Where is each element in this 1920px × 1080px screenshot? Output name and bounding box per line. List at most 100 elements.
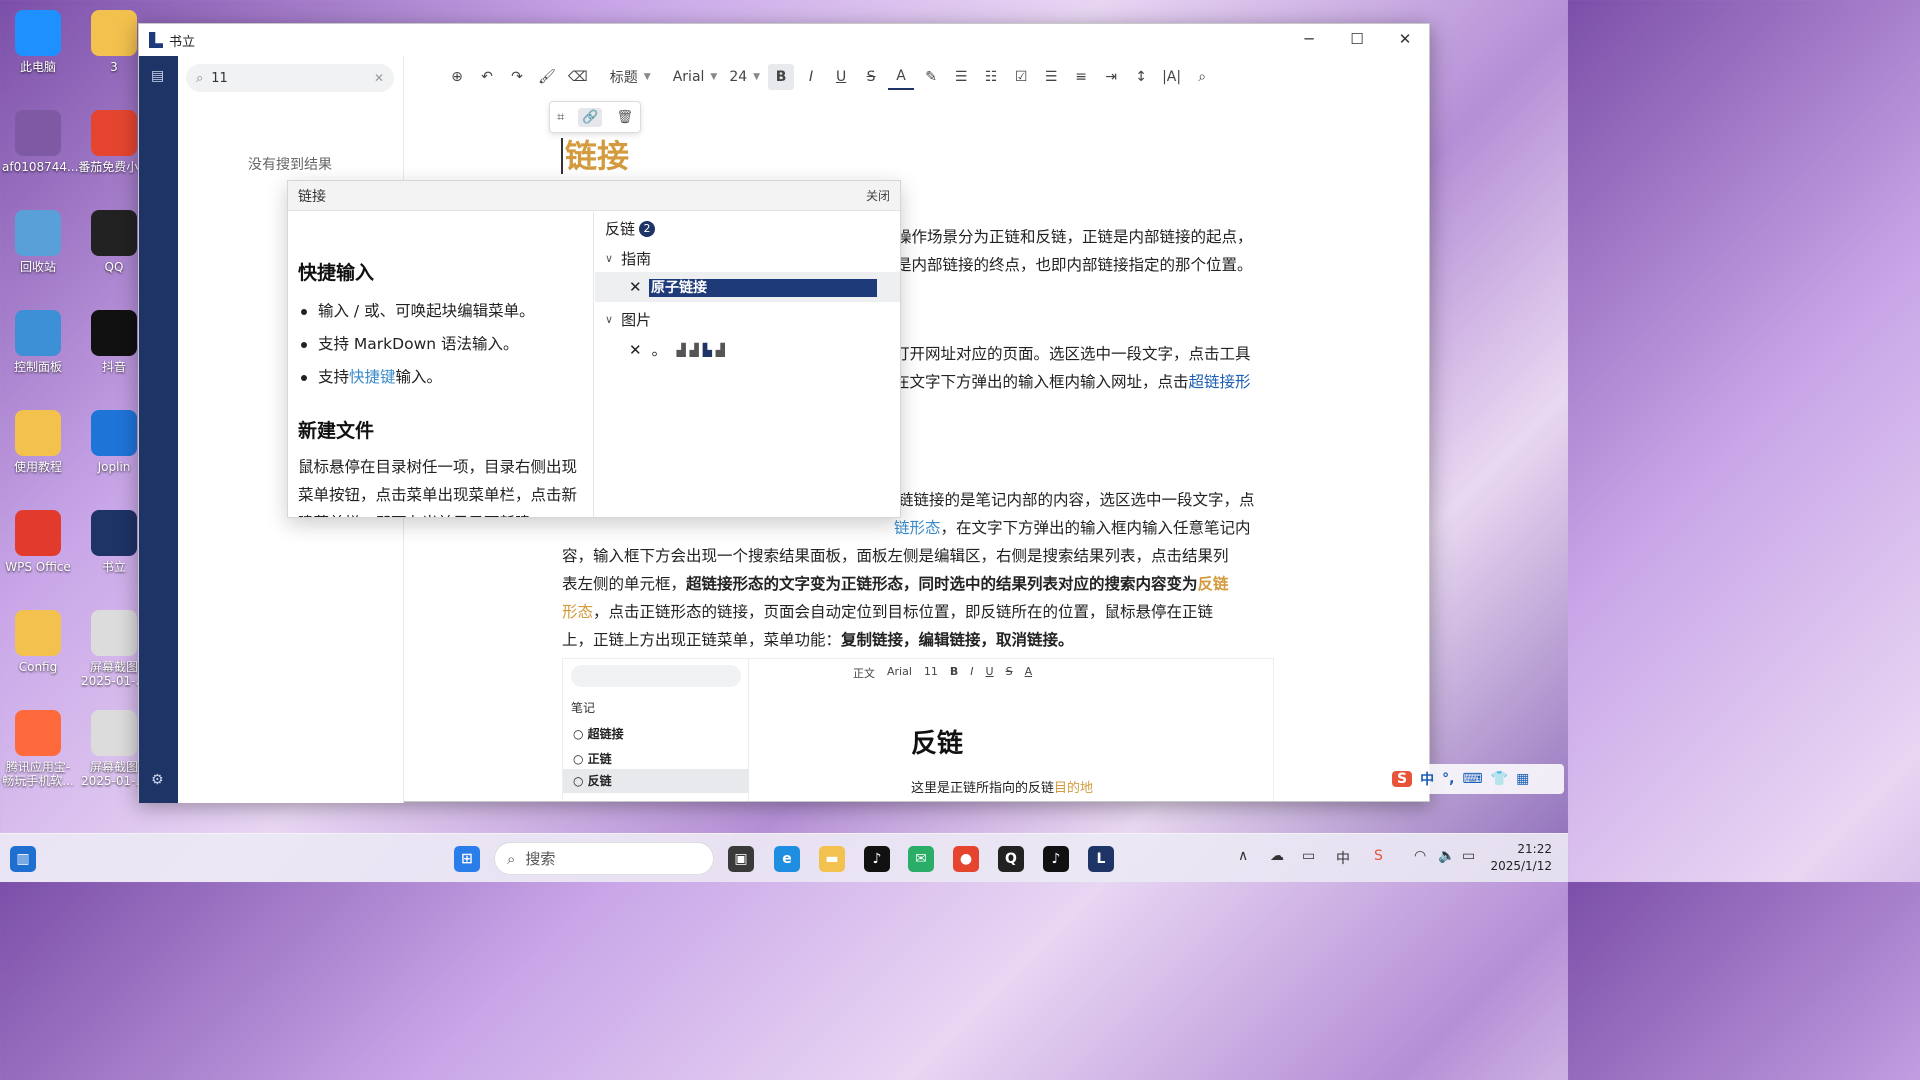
format-painter-icon[interactable]: 🖌 bbox=[534, 64, 560, 90]
trash-icon[interactable]: 🗑 bbox=[616, 110, 633, 125]
start-menu-icon[interactable]: ⊞ bbox=[454, 846, 480, 872]
desktop-shortcut[interactable]: 回收站 bbox=[2, 210, 74, 274]
document-list-icon[interactable]: ▤ bbox=[151, 68, 164, 84]
chevron-up-icon[interactable]: ∧ bbox=[1238, 848, 1248, 864]
wechat-icon[interactable]: ✉ bbox=[908, 846, 934, 872]
clear-format-icon[interactable]: ⌫ bbox=[564, 64, 592, 90]
strike-button[interactable]: S bbox=[858, 64, 884, 90]
redo-icon[interactable]: ↷ bbox=[504, 64, 530, 90]
italic-button[interactable]: I bbox=[798, 64, 824, 90]
embed-text-link: 目的地 bbox=[1054, 781, 1094, 796]
keyboard-icon[interactable]: ⌨ bbox=[1462, 771, 1482, 787]
desktop-shortcut[interactable]: WPS Office bbox=[2, 510, 74, 574]
link-icon[interactable]: 🔗 bbox=[578, 107, 603, 127]
result-group-images[interactable]: ∨ 图片 bbox=[605, 309, 651, 330]
app-store-icon bbox=[15, 710, 61, 756]
search-input[interactable]: ⌕ 11 ✕ bbox=[186, 64, 394, 92]
font-color-button[interactable]: A bbox=[888, 64, 915, 90]
backlink-form-text[interactable]: 反链 bbox=[1198, 575, 1229, 593]
joplin-icon bbox=[91, 410, 137, 456]
find-icon[interactable]: ⌕ bbox=[1189, 64, 1215, 90]
search-icon: ⌕ bbox=[507, 849, 516, 868]
indent-list-icon[interactable]: ☰ bbox=[1038, 64, 1064, 90]
wifi-icon[interactable]: ◠ bbox=[1414, 848, 1426, 864]
document-title[interactable]: 链接 bbox=[561, 138, 629, 174]
positive-link-form-link[interactable]: 链形态 bbox=[894, 519, 941, 537]
tomato-novel-icon[interactable]: ● bbox=[953, 846, 979, 872]
tablet-icon[interactable]: ▭ bbox=[1302, 848, 1315, 864]
battery-icon[interactable]: ▭ bbox=[1462, 848, 1475, 864]
taskbar: ▥ ⊞ ⌕ 搜索 ▣ e ▬ ♪ ✉ ● Q ♪ L ∧ ☁ ▭ 中 S ◠ 🔈… bbox=[0, 833, 1568, 882]
line-height-icon[interactable]: ↕ bbox=[1128, 64, 1154, 90]
remove-result-icon[interactable]: ✕ bbox=[629, 341, 642, 359]
result-group-guide[interactable]: ∨ 指南 bbox=[605, 248, 651, 269]
settings-gear-icon[interactable]: ⚙ bbox=[151, 772, 164, 788]
link-dialog-editor[interactable]: 快捷输入 输入 / 或、可唤起块编辑菜单。 支持 MarkDown 语法输入。 … bbox=[288, 212, 594, 517]
apps-grid-icon[interactable]: ▦ bbox=[1516, 771, 1529, 787]
embed-item-label: 超链接 bbox=[587, 727, 624, 741]
ime-toolbar[interactable]: S 中 °, ⌨ 👕 ▦ bbox=[1388, 764, 1564, 794]
desktop-shortcut[interactable]: Config bbox=[2, 610, 74, 674]
remove-result-icon[interactable]: ✕ bbox=[629, 278, 642, 296]
undo-icon[interactable]: ↶ bbox=[474, 64, 500, 90]
desktop-shortcut[interactable]: 腾讯应用宝-畅玩手机软... bbox=[2, 710, 74, 788]
task-list-icon[interactable]: ☑ bbox=[1008, 64, 1034, 90]
widgets-icon[interactable]: ▥ bbox=[10, 846, 36, 872]
sogou-tray-icon[interactable]: S bbox=[1374, 848, 1383, 864]
result-item-image-text: 。 bbox=[651, 341, 667, 359]
align-icon[interactable]: ≡ bbox=[1068, 64, 1094, 90]
crop-icon[interactable]: ⌗ bbox=[557, 110, 564, 125]
onedrive-icon[interactable]: ☁ bbox=[1270, 848, 1284, 864]
task-view-icon[interactable]: ▣ bbox=[728, 846, 754, 872]
quick-input-item-text-end: 输入。 bbox=[395, 368, 443, 386]
paragraph-3-line4: 表左侧的单元框，超链接形态的文字变为正链形态，同时选中的结果列表对应的搜索内容变… bbox=[562, 570, 1276, 598]
underline-button[interactable]: U bbox=[828, 64, 854, 90]
backlink-results: 反链 2 ∨ 指南 ✕ 原子链接 ∨ 图片 ✕ 。 ▟ ▟ ▙ ▟ bbox=[595, 212, 900, 517]
file-explorer-icon[interactable]: ▬ bbox=[819, 846, 845, 872]
clear-search-icon[interactable]: ✕ bbox=[374, 71, 384, 85]
text-direction-icon[interactable]: |A| bbox=[1158, 64, 1185, 90]
edge-browser-icon[interactable]: e bbox=[774, 846, 800, 872]
skin-icon[interactable]: 👕 bbox=[1491, 771, 1508, 787]
minimize-button[interactable]: ─ bbox=[1285, 24, 1333, 54]
result-group-label: 图片 bbox=[621, 311, 652, 329]
douyin-taskbar-icon[interactable]: ♪ bbox=[864, 846, 890, 872]
maximize-button[interactable]: ☐ bbox=[1333, 24, 1381, 54]
desktop-shortcut[interactable]: 控制面板 bbox=[2, 310, 74, 374]
bullet-list-icon[interactable]: ☰ bbox=[948, 64, 974, 90]
embed-item: ○ 超链接 bbox=[573, 727, 624, 741]
qq-taskbar-icon[interactable]: Q bbox=[998, 846, 1024, 872]
taskbar-search[interactable]: ⌕ 搜索 bbox=[494, 842, 714, 875]
result-item-atomic-link[interactable]: 原子链接 bbox=[649, 279, 877, 297]
paragraph-3-line2-text: ，在文字下方弹出的输入框内输入任意笔记内 bbox=[940, 519, 1251, 537]
embed-bold-icon: B bbox=[949, 665, 959, 678]
desktop-shortcut-label: 此电脑 bbox=[19, 60, 56, 74]
size-select[interactable]: 24 ▼ bbox=[725, 64, 764, 90]
backlink-form-text-2[interactable]: 形态 bbox=[562, 603, 593, 621]
heading-select[interactable]: 标题 ▼ bbox=[606, 64, 655, 90]
ime-language[interactable]: 中 bbox=[1420, 769, 1434, 789]
no-result-text: 没有搜到结果 bbox=[248, 157, 332, 173]
insert-block-icon[interactable]: ⊕ bbox=[444, 64, 470, 90]
ordered-list-icon[interactable]: ☷ bbox=[978, 64, 1004, 90]
link-dialog-close-button[interactable]: 关闭 bbox=[866, 187, 890, 204]
highlight-icon[interactable]: ✎ bbox=[918, 64, 944, 90]
desktop-shortcut[interactable]: af0108744... bbox=[2, 110, 78, 174]
desktop-shortcut[interactable]: 使用教程 bbox=[2, 410, 74, 474]
indent-icon[interactable]: ⇥ bbox=[1098, 64, 1124, 90]
bold-button[interactable]: B bbox=[768, 64, 795, 90]
result-item-image[interactable]: ✕ 。 ▟ ▟ ▙ ▟ bbox=[629, 339, 725, 360]
hyperlink-form-link[interactable]: 超链接形 bbox=[1189, 373, 1251, 391]
volume-icon[interactable]: 🔈 bbox=[1438, 848, 1455, 864]
wps-icon bbox=[15, 510, 61, 556]
shortcut-link[interactable]: 快捷键 bbox=[349, 368, 396, 386]
font-select[interactable]: Arial ▼ bbox=[669, 64, 722, 90]
close-button[interactable]: ✕ bbox=[1381, 24, 1429, 54]
quick-input-item: 支持快捷键输入。 bbox=[298, 361, 583, 394]
system-clock[interactable]: 21:22 2025/1/12 bbox=[1490, 841, 1552, 875]
douyin-taskbar-icon-2[interactable]: ♪ bbox=[1043, 846, 1069, 872]
ime-punctuation[interactable]: °, bbox=[1442, 771, 1454, 787]
ime-tray-icon[interactable]: 中 bbox=[1336, 848, 1350, 868]
shuli-taskbar-icon[interactable]: L bbox=[1088, 846, 1114, 872]
desktop-shortcut[interactable]: 此电脑 bbox=[2, 10, 74, 74]
